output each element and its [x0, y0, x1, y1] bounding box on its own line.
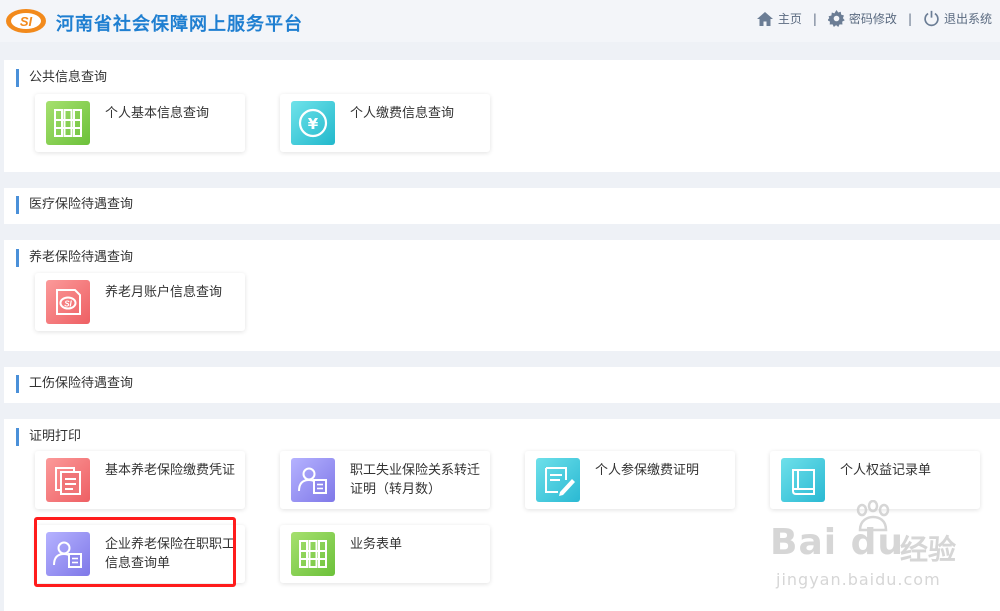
top-header: SI 河南省社会保障网上服务平台 主页 | 密码修改 | 退出系统	[0, 0, 1000, 42]
watermark-cn: 经验	[900, 533, 957, 566]
section-title: 公共信息查询	[16, 69, 107, 87]
home-link[interactable]: 主页	[756, 10, 802, 27]
grid-icon	[46, 101, 90, 145]
card-label: 个人缴费信息查询	[350, 106, 455, 121]
home-label: 主页	[777, 12, 802, 26]
card-label: 养老月账户信息查询	[105, 285, 223, 300]
card-personal-insurance-payment-certificate[interactable]: 个人参保缴费证明	[525, 451, 735, 509]
card-basic-pension-payment-voucher[interactable]: 基本养老保险缴费凭证	[35, 451, 245, 509]
card-business-forms[interactable]: 业务表单	[280, 525, 490, 583]
grid-icon	[291, 532, 335, 576]
nav-separator: |	[907, 11, 912, 26]
section-pension-insurance: 养老保险待遇查询 SI 养老月账户信息查询	[4, 240, 1000, 351]
nav-separator: |	[812, 11, 817, 26]
section-title: 医疗保险待遇查询	[16, 196, 133, 214]
section-title: 养老保险待遇查询	[16, 249, 133, 267]
card-label: 职工失业保险关系转迁证明（转月数）	[350, 463, 481, 497]
svg-text:SI: SI	[64, 300, 72, 309]
svg-text:SI: SI	[20, 14, 33, 29]
change-password-link[interactable]: 密码修改	[827, 10, 897, 27]
card-label: 业务表单	[350, 537, 403, 552]
power-icon	[924, 10, 939, 27]
section-title: 工伤保险待遇查询	[16, 375, 133, 393]
card-label: 个人参保缴费证明	[595, 463, 700, 478]
si-logo: SI	[6, 9, 46, 33]
baidu-watermark: Bai du 经验 jingyan.baidu.com	[770, 500, 990, 600]
card-label: 个人权益记录单	[840, 463, 932, 478]
book-icon	[781, 458, 825, 502]
section-public-info: 公共信息查询 个人基本信息查询 ¥ 个人缴费信息查询	[4, 60, 1000, 172]
edit-document-icon	[536, 458, 580, 502]
section-work-injury-insurance: 工伤保险待遇查询	[4, 367, 1000, 403]
section-medical-insurance: 医疗保险待遇查询	[4, 188, 1000, 224]
card-basic-info-query[interactable]: 个人基本信息查询	[35, 94, 245, 152]
document-stack-icon	[46, 458, 90, 502]
logout-label: 退出系统	[943, 12, 992, 26]
change-password-label: 密码修改	[848, 12, 897, 26]
person-document-icon	[46, 532, 90, 576]
card-label: 基本养老保险缴费凭证	[105, 463, 236, 478]
site-title: 河南省社会保障网上服务平台	[56, 14, 303, 35]
card-payment-info-query[interactable]: ¥ 个人缴费信息查询	[280, 94, 490, 152]
gear-icon	[827, 10, 845, 27]
si-document-icon: SI	[46, 280, 90, 324]
card-enterprise-pension-employee-info[interactable]: 企业养老保险在职职工信息查询单	[35, 525, 245, 583]
section-title: 证明打印	[16, 428, 81, 446]
svg-text:¥: ¥	[308, 115, 319, 133]
card-label: 个人基本信息查询	[105, 106, 210, 121]
yuan-icon: ¥	[291, 101, 335, 145]
card-label: 企业养老保险在职职工信息查询单	[105, 537, 236, 571]
person-document-icon	[291, 458, 335, 502]
home-icon	[756, 11, 773, 26]
card-unemployment-transfer-certificate[interactable]: 职工失业保险关系转迁证明（转月数）	[280, 451, 490, 509]
logout-link[interactable]: 退出系统	[923, 10, 992, 27]
watermark-url: jingyan.baidu.com	[776, 570, 941, 589]
card-pension-monthly-account[interactable]: SI 养老月账户信息查询	[35, 273, 245, 331]
watermark-brand: Bai du	[770, 522, 905, 563]
top-nav: 主页 | 密码修改 | 退出系统	[756, 10, 992, 27]
